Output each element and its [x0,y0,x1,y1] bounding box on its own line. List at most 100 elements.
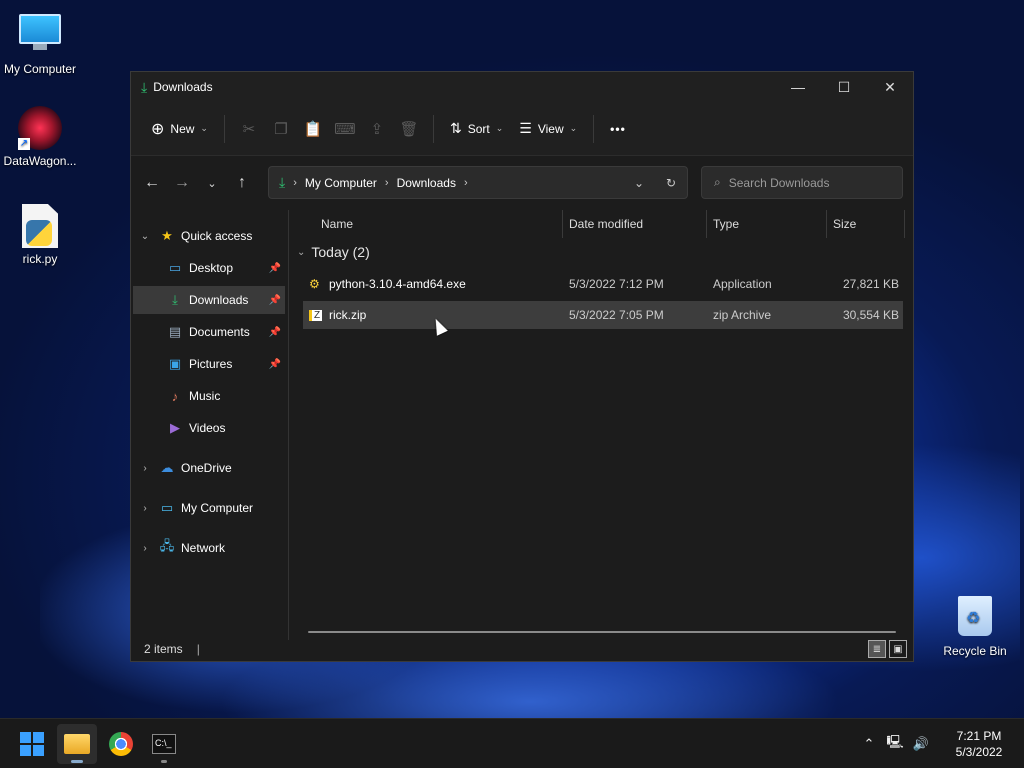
column-divider[interactable] [826,210,827,238]
view-button[interactable]: ☰ View ⌄ [511,113,585,145]
monitor-icon [18,14,62,58]
nav-my-computer[interactable]: › ▭ My Computer [133,494,285,522]
breadcrumb-downloads[interactable]: Downloads [397,176,456,190]
title-bar[interactable]: ⤓ Downloads — ☐ ✕ [131,72,913,102]
toolbar-divider [593,114,595,143]
desktop-icon-label: Recycle Bin [943,644,1007,658]
maximize-button[interactable]: ☐ [821,72,867,102]
navigation-pane: ⌄ ★ Quick access ▭ Desktop 📌 ⤓ Downloads… [131,210,289,640]
desktop-icon-rick-py[interactable]: rick.py [0,204,80,266]
view-list-icon: ☰ [519,120,532,136]
volume-icon[interactable]: 🔊 [908,736,934,752]
nav-label: Quick access [181,229,253,243]
start-button[interactable] [12,724,52,764]
toolbar-divider [223,114,225,143]
table-row[interactable]: ⚙ python-3.10.4-amd64.exe 5/3/2022 7:12 … [303,270,903,298]
search-box[interactable]: ⌕ Search Downloads [701,166,903,199]
status-separator: | [196,642,200,656]
nav-network[interactable]: › 🖧 Network [133,534,285,562]
file-size: 30,554 KB [842,308,899,322]
minimize-button[interactable]: — [775,72,821,102]
paste-icon[interactable]: 📋 [297,113,329,145]
clock[interactable]: 7:21 PM 5/3/2022 [934,728,1024,760]
nav-quick-access[interactable]: ⌄ ★ Quick access [133,222,285,250]
column-header-name[interactable]: Name [321,210,353,238]
nav-label: Music [189,389,221,403]
up-arrow-icon[interactable]: ↑ [227,168,257,198]
clock-date: 5/3/2022 [955,745,1003,759]
chevron-down-icon[interactable]: ⌄ [133,231,157,242]
details-view-icon[interactable]: ≣ [868,640,886,658]
desktop-icon-recycle-bin[interactable]: ♻ Recycle Bin [935,596,1015,658]
running-indicator [71,760,83,763]
cut-icon[interactable]: ✂ [233,113,265,145]
nav-downloads[interactable]: ⤓ Downloads 📌 [133,286,285,314]
taskbar-file-explorer[interactable] [57,724,97,764]
close-button[interactable]: ✕ [867,72,913,102]
chevron-down-icon: ⌄ [495,123,504,133]
chevron-up-icon[interactable]: ⌃ [856,736,882,752]
share-icon[interactable]: ⇪ [361,113,393,145]
chevron-right-icon[interactable]: › [133,543,157,554]
forward-arrow-icon[interactable]: → [167,168,197,198]
address-history-chevron-icon[interactable]: ⌄ [623,176,655,190]
running-indicator [161,760,167,763]
new-button[interactable]: ⊕ New ⌄ [143,113,216,145]
system-tray: ⌃ 🖳 🔊 7:21 PM 5/3/2022 [856,719,1024,768]
address-bar[interactable]: ⤓ › My Computer › Downloads › ⌄ ↻ [268,166,688,199]
nav-videos[interactable]: ▶ Videos [133,414,285,442]
chevron-right-icon[interactable]: › [133,463,157,474]
file-date: 5/3/2022 7:12 PM [569,277,664,291]
refresh-icon[interactable]: ↻ [655,176,687,190]
pictures-icon: ▣ [168,356,182,371]
rename-icon[interactable]: ⌨ [329,113,361,145]
star-icon: ★ [161,228,173,243]
back-arrow-icon[interactable]: ← [137,168,167,198]
breadcrumb-chevron-icon[interactable]: › [293,177,297,189]
chevron-down-icon: ⌄ [297,246,306,258]
file-type: Application [713,277,772,291]
nav-music[interactable]: ♪ Music [133,382,285,410]
large-icons-view-icon[interactable]: ▣ [889,640,907,658]
nav-desktop[interactable]: ▭ Desktop 📌 [133,254,285,282]
copy-icon[interactable]: ❐ [265,113,297,145]
nav-pictures[interactable]: ▣ Pictures 📌 [133,350,285,378]
chevron-right-icon[interactable]: › [133,503,157,514]
file-name: rick.zip [329,308,367,322]
column-header-size[interactable]: Size [833,210,856,238]
horizontal-scrollbar[interactable] [308,631,896,633]
column-divider[interactable] [904,210,905,238]
breadcrumb-my-computer[interactable]: My Computer [305,176,377,190]
nav-onedrive[interactable]: › ☁ OneDrive [133,454,285,482]
desktop-icon-datawagon[interactable]: ↗ DataWagon... [0,106,80,168]
sort-button[interactable]: ⇅ Sort ⌄ [442,113,511,145]
nav-label: Videos [189,421,226,435]
nav-label: Downloads [189,293,249,307]
item-count: 2 items [144,642,183,656]
column-divider[interactable] [562,210,563,238]
more-options-button[interactable]: ••• [602,113,634,145]
network-status-icon[interactable]: 🖳 [882,733,908,755]
group-header-today[interactable]: ⌄ Today (2) [297,244,370,260]
recent-locations-chevron-icon[interactable]: ⌄ [197,168,227,198]
nav-label: Pictures [189,357,233,371]
taskbar-chrome[interactable] [101,724,141,764]
nav-label: Desktop [189,261,234,275]
breadcrumb-chevron-icon[interactable]: › [385,177,389,189]
column-header-date-modified[interactable]: Date modified [569,210,643,238]
table-row[interactable]: Z rick.zip 5/3/2022 7:05 PM zip Archive … [303,301,903,329]
file-name: python-3.10.4-amd64.exe [329,277,466,291]
plus-circle-icon: ⊕ [151,120,165,138]
nav-documents[interactable]: ▤ Documents 📌 [133,318,285,346]
file-size: 27,821 KB [842,277,899,291]
column-header-type[interactable]: Type [713,210,739,238]
desktop-icon-my-computer[interactable]: My Computer [0,10,80,76]
column-divider[interactable] [706,210,707,238]
sort-icon: ⇅ [449,120,462,136]
status-bar: 2 items | ≣ ▣ [131,637,913,661]
recycle-bin-icon: ♻ [953,596,997,640]
installer-icon: ⚙ [309,277,320,291]
delete-icon[interactable]: 🗑 [393,113,425,145]
breadcrumb-chevron-icon[interactable]: › [464,177,468,189]
taskbar-terminal[interactable]: C:\_ [144,724,184,764]
